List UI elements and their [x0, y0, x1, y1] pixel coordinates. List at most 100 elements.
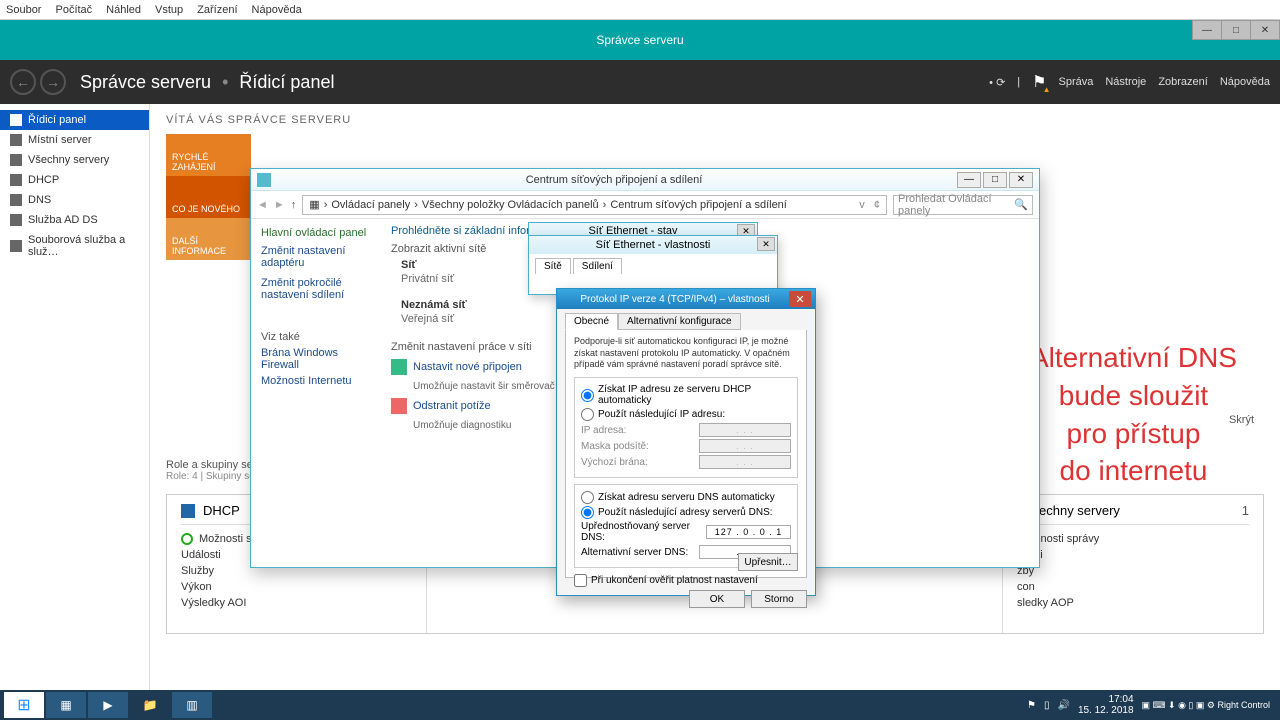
role-row[interactable]: Výkon	[181, 579, 412, 595]
sidebar-item-adds[interactable]: Služba AD DS	[0, 210, 149, 230]
start-button[interactable]: ⊞	[4, 692, 44, 718]
menu-file[interactable]: Soubor	[6, 4, 41, 16]
role-row[interactable]: con	[1017, 579, 1249, 595]
tray-sound-icon[interactable]: 🔊	[1057, 700, 1069, 711]
sidebar-item-label: Souborová služba a služ…	[28, 234, 139, 258]
preferred-dns-field[interactable]: 127 . 0 . 0 . 1	[706, 525, 791, 539]
subnet-mask-field: . . .	[699, 439, 791, 453]
app-header: ← → Správce serveru • Řídicí panel • ⟳ |…	[0, 60, 1280, 104]
radio-dhcp-auto[interactable]	[581, 389, 594, 402]
radio-dhcp-label: Získat IP adresu ze serveru DHCP automat…	[598, 384, 791, 406]
close-button[interactable]: ✕	[1250, 20, 1280, 40]
ok-button[interactable]: OK	[689, 590, 745, 608]
cancel-button[interactable]: Storno	[751, 590, 807, 608]
radio-dns-manual-label: Použít následující adresy serverů DNS:	[598, 507, 773, 518]
role-row[interactable]: Výsledky AOI	[181, 595, 412, 611]
sidebar-item-label: Služba AD DS	[28, 214, 98, 226]
notification-flag-icon[interactable]: ⚑	[1032, 72, 1046, 92]
nav-forward-icon[interactable]: →	[40, 69, 66, 95]
minimize-button[interactable]: —	[1192, 20, 1222, 40]
app-title-bar: Správce serveru — □ ✕	[0, 20, 1280, 60]
menu-help[interactable]: Nápověda	[252, 4, 302, 16]
role-row[interactable]: žby	[1017, 563, 1249, 579]
gateway-label: Výchozí brána:	[581, 457, 648, 468]
welcome-heading: VÍTÁ VÁS SPRÁVCE SERVERU	[166, 114, 1264, 126]
sidebar-item-file[interactable]: Souborová služba a služ…	[0, 230, 149, 262]
crumb-root[interactable]: Správce serveru	[80, 72, 211, 92]
taskbar-clock[interactable]: 17:0415. 12. 2018	[1078, 694, 1134, 716]
validate-label: Při ukončení ověřit platnost nastavení	[591, 575, 758, 586]
sidebar-item-label: Řídicí panel	[28, 114, 86, 126]
taskbar-app[interactable]: ▥	[172, 692, 212, 718]
search-input[interactable]: Prohledat Ovládací panely🔍	[893, 195, 1033, 215]
taskbar-explorer[interactable]: 📁	[130, 692, 170, 718]
header-view[interactable]: Zobrazení	[1158, 76, 1208, 88]
role-title: DHCP	[203, 503, 240, 518]
tile-moreinfo[interactable]: DALŠÍ INFORMACE	[166, 218, 251, 260]
advanced-button[interactable]: Upřesnit…	[738, 553, 798, 571]
menu-devices[interactable]: Zařízení	[197, 4, 237, 16]
dialog-title: Protokol IP verze 4 (TCP/IPv4) – vlastno…	[561, 294, 789, 305]
firewall-link[interactable]: Brána Windows Firewall	[261, 347, 371, 371]
refresh-icon[interactable]: • ⟳	[989, 76, 1005, 89]
validate-checkbox[interactable]	[574, 574, 587, 587]
sidebar-item-all[interactable]: Všechny servery	[0, 150, 149, 170]
vm-menu-bar: Soubor Počítač Náhled Vstup Zařízení Náp…	[0, 0, 1280, 20]
menu-view[interactable]: Náhled	[106, 4, 141, 16]
radio-dns-auto[interactable]	[581, 491, 594, 504]
tray-flag-icon[interactable]: ⚑	[1027, 700, 1036, 711]
sidebar-item-dhcp[interactable]: DHCP	[0, 170, 149, 190]
taskbar-server-manager[interactable]: ▦	[46, 692, 86, 718]
sidebar-main-link[interactable]: Hlavní ovládací panel	[261, 227, 371, 239]
internet-options-link[interactable]: Možnosti Internetu	[261, 375, 371, 387]
radio-dns-manual[interactable]	[581, 506, 594, 519]
roles-subtitle: Role: 4 | Skupiny serv	[166, 471, 263, 482]
ip-address-field: . . .	[699, 423, 791, 437]
sidebar-item-dashboard[interactable]: Řídicí panel	[0, 110, 149, 130]
close-button[interactable]: ✕	[757, 237, 775, 251]
menu-machine[interactable]: Počítač	[55, 4, 92, 16]
sidebar-adapter-link[interactable]: Změnit nastavení adaptéru	[261, 245, 371, 269]
maximize-button[interactable]: □	[983, 172, 1007, 188]
tab-sharing[interactable]: Sdílení	[573, 258, 622, 274]
crumb-current: Řídicí panel	[239, 72, 334, 92]
status-ok-icon	[181, 533, 193, 545]
annotation-text: Alternativní DNSbude sloužitpro přístupd…	[1030, 339, 1237, 490]
nav-back-icon[interactable]: ◄	[257, 199, 268, 211]
alternate-dns-label: Alternativní server DNS:	[581, 547, 688, 558]
maximize-button[interactable]: □	[1221, 20, 1251, 40]
minimize-button[interactable]: —	[957, 172, 981, 188]
radio-manual-ip[interactable]	[581, 408, 594, 421]
role-row[interactable]: álosti	[1017, 547, 1249, 563]
sidebar-item-dns[interactable]: DNS	[0, 190, 149, 210]
nav-back-icon[interactable]: ←	[10, 69, 36, 95]
close-button[interactable]: ✕	[1009, 172, 1033, 188]
role-row[interactable]: sledky AOP	[1017, 595, 1249, 611]
tray-network-icon[interactable]: ▯	[1044, 700, 1050, 711]
tile-quickstart[interactable]: RYCHLÉ ZAHÁJENÍ	[166, 134, 251, 176]
header-help[interactable]: Nápověda	[1220, 76, 1270, 88]
nav-up-icon[interactable]: ↑	[291, 199, 297, 211]
tab-general[interactable]: Obecné	[565, 313, 618, 330]
tab-networking[interactable]: Sítě	[535, 258, 571, 274]
subnet-mask-label: Maska podsítě:	[581, 441, 649, 452]
sidebar-item-local[interactable]: Místní server	[0, 130, 149, 150]
tab-alternate[interactable]: Alternativní konfigurace	[618, 313, 741, 330]
nav-fwd-icon[interactable]: ►	[274, 199, 285, 211]
tile-whatsnew[interactable]: CO JE NOVÉHO	[166, 176, 251, 218]
close-button[interactable]: ✕	[789, 291, 811, 307]
role-row[interactable]: žnosti správy	[1017, 531, 1249, 547]
servers-icon	[10, 154, 22, 166]
sidebar-sharing-link[interactable]: Změnit pokročilé nastavení sdílení	[261, 277, 371, 301]
address-bar[interactable]: ▦ ›Ovládací panely ›Všechny položky Ovlá…	[302, 195, 887, 215]
gateway-field: . . .	[699, 455, 791, 469]
sidebar-item-label: DHCP	[28, 174, 59, 186]
ad-icon	[10, 214, 22, 226]
menu-input[interactable]: Vstup	[155, 4, 183, 16]
taskbar-powershell[interactable]: ▶	[88, 692, 128, 718]
header-tools[interactable]: Nástroje	[1105, 76, 1146, 88]
dhcp-icon	[10, 174, 22, 186]
header-manage[interactable]: Správa	[1058, 76, 1093, 88]
see-also-label: Viz také	[261, 331, 300, 343]
breadcrumb: Správce serveru • Řídicí panel	[80, 72, 334, 93]
